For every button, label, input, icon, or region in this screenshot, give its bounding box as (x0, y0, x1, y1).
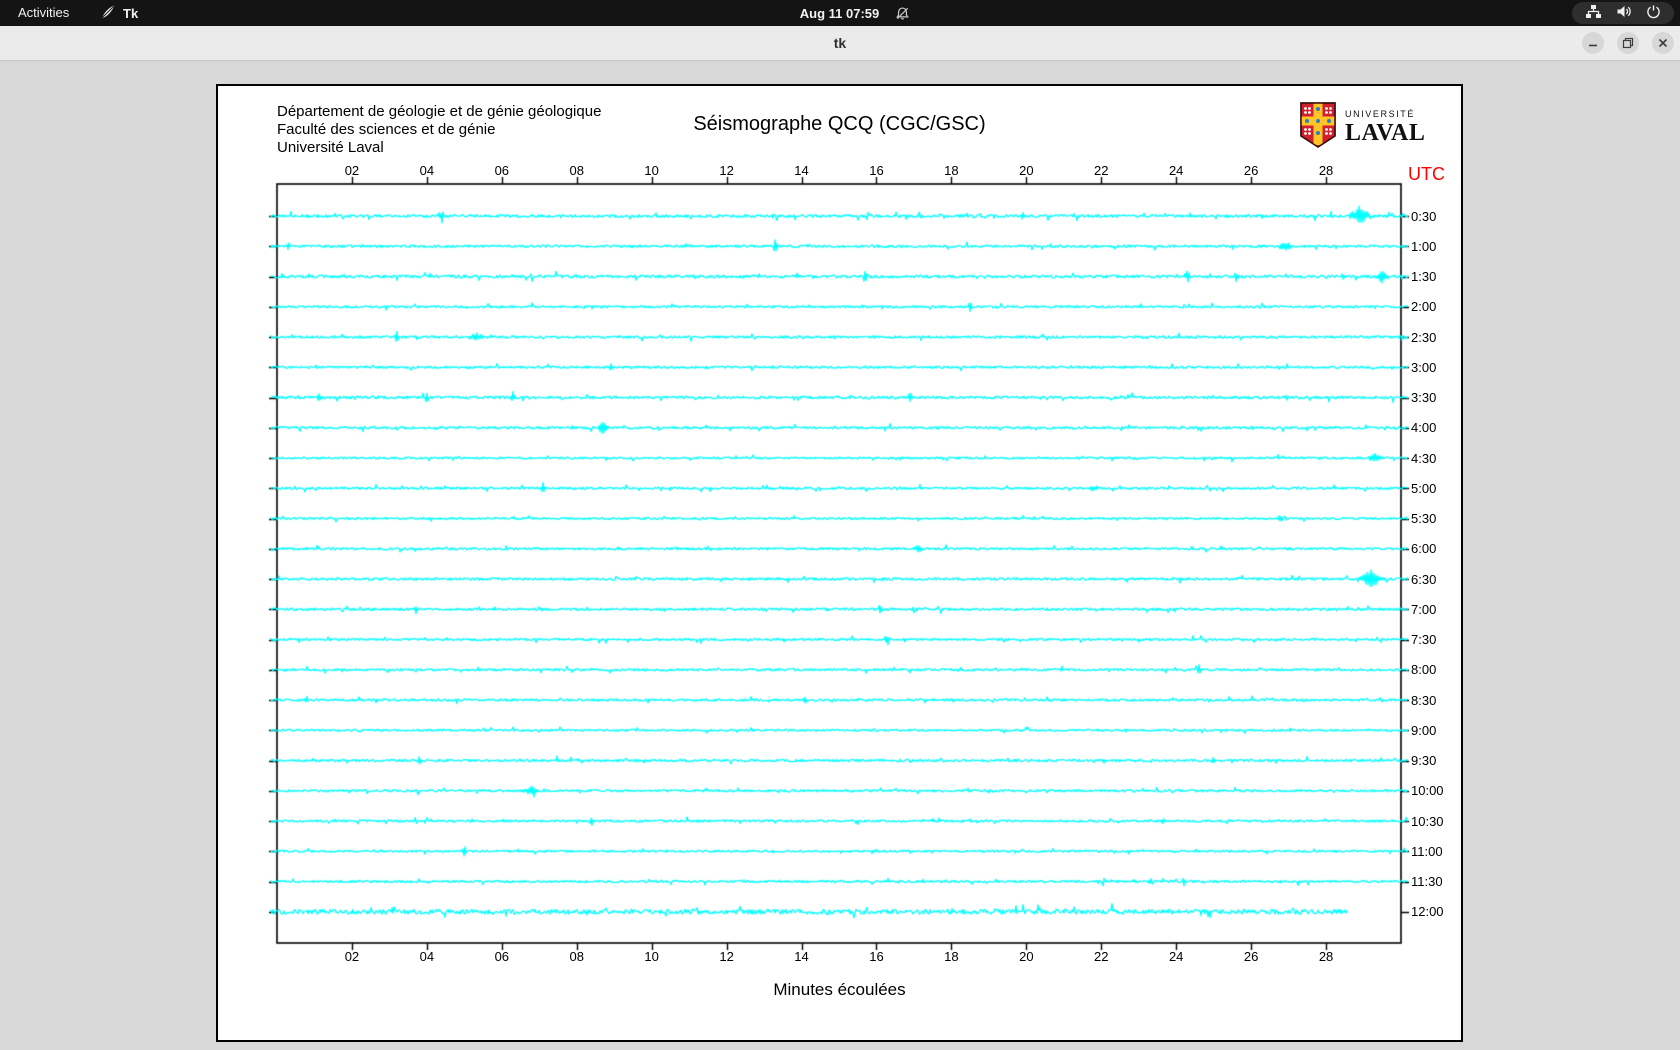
x-bottom-tick-label: 26 (1243, 949, 1259, 964)
x-bottom-tick-label: 18 (944, 949, 959, 964)
trace-time-label: 7:00 (1411, 601, 1437, 617)
trace-time-label: 6:00 (1411, 541, 1437, 557)
header-line-3: Université Laval (277, 139, 384, 156)
notifications-muted-icon (895, 6, 910, 21)
trace-time-label: 11:30 (1411, 874, 1443, 889)
seismograph-frame: Département de géologie et de génie géol… (216, 84, 1463, 1042)
close-button[interactable] (1652, 32, 1674, 54)
trace-time-label: 9:30 (1411, 753, 1437, 768)
x-top-tick-label: 18 (944, 163, 959, 178)
x-bottom-tick-label: 28 (1318, 949, 1334, 964)
maximize-button[interactable] (1617, 32, 1639, 54)
system-status-area[interactable] (1572, 2, 1674, 24)
trace-time-label: 4:30 (1411, 450, 1437, 466)
x-top-tick-label: 02 (344, 163, 360, 178)
minimize-button[interactable] (1582, 32, 1604, 54)
x-axis-title: Minutes écoulées (773, 980, 906, 999)
trace-time-label: 2:00 (1411, 299, 1437, 315)
trace-time-label: 1:30 (1411, 269, 1437, 284)
trace-time-label: 4:00 (1411, 420, 1437, 436)
x-bottom-tick-label: 24 (1168, 949, 1184, 964)
x-bottom-tick-label: 10 (644, 949, 659, 964)
trace-time-label: 2:30 (1411, 329, 1437, 345)
trace-time-label: 11:00 (1411, 843, 1443, 859)
network-icon (1585, 4, 1602, 22)
clock-label: Aug 11 07:59 (799, 5, 880, 21)
x-bottom-tick-label: 14 (794, 949, 809, 964)
trace-time-label: 10:00 (1411, 783, 1444, 799)
window-titlebar[interactable]: tk (0, 26, 1680, 61)
x-top-tick-label: 04 (419, 163, 435, 178)
trace-time-label: 3:00 (1411, 359, 1437, 375)
trace-time-label: 12:00 (1411, 904, 1444, 920)
x-top-tick-label: 14 (794, 163, 809, 178)
volume-icon (1616, 4, 1632, 22)
x-bottom-tick-label: 22 (1094, 949, 1109, 964)
trace-time-label: 10:30 (1411, 813, 1444, 829)
x-bottom-tick-label: 20 (1019, 949, 1034, 964)
trace-time-label: 0:30 (1411, 208, 1437, 224)
trace-time-label: 5:30 (1411, 511, 1437, 526)
seismogram-canvas (218, 86, 1461, 1040)
utc-axis-label: UTC (1408, 164, 1445, 184)
trace-time-label: 1:00 (1411, 238, 1437, 254)
trace-time-label: 8:00 (1411, 662, 1437, 678)
x-bottom-tick-label: 08 (569, 949, 584, 964)
x-bottom-tick-label: 12 (719, 949, 734, 964)
trace-time-label: 3:30 (1411, 390, 1437, 405)
gnome-top-bar: Activities Tk Aug 11 07:59 (0, 0, 1680, 26)
trace-time-label: 8:30 (1411, 692, 1437, 708)
x-top-tick-label: 06 (494, 163, 510, 178)
power-icon (1646, 4, 1661, 22)
x-top-tick-label: 22 (1094, 163, 1109, 178)
logo-laval-label: LAVAL (1345, 120, 1426, 146)
x-top-tick-label: 28 (1318, 163, 1334, 178)
trace-time-label: 7:30 (1411, 632, 1437, 647)
x-top-tick-label: 08 (569, 163, 584, 178)
x-top-tick-label: 10 (644, 163, 659, 178)
laval-shield-icon (1298, 101, 1338, 154)
x-bottom-tick-label: 04 (419, 949, 435, 964)
x-top-tick-label: 26 (1243, 163, 1259, 178)
x-top-tick-label: 24 (1168, 163, 1184, 178)
x-top-tick-label: 16 (869, 163, 884, 178)
universite-laval-logo: UNIVERSITÉ LAVAL (1298, 101, 1425, 154)
window-title: tk (833, 35, 847, 51)
x-bottom-tick-label: 02 (344, 949, 360, 964)
trace-time-label: 5:00 (1411, 480, 1437, 496)
plot-title: Séismographe QCQ (CGC/GSC) (693, 113, 986, 135)
desktop-screen: Activities Tk Aug 11 07:59 tk Départemen… (0, 0, 1680, 1050)
clock-menu[interactable]: Aug 11 07:59 (15, 0, 1680, 26)
trace-time-label: 9:00 (1411, 722, 1437, 738)
x-top-tick-label: 12 (719, 163, 734, 178)
x-bottom-tick-label: 16 (869, 949, 884, 964)
x-top-tick-label: 20 (1019, 163, 1034, 178)
x-bottom-tick-label: 06 (494, 949, 510, 964)
trace-time-label: 6:30 (1411, 571, 1437, 587)
logo-university-label: UNIVERSITÉ (1345, 109, 1416, 119)
